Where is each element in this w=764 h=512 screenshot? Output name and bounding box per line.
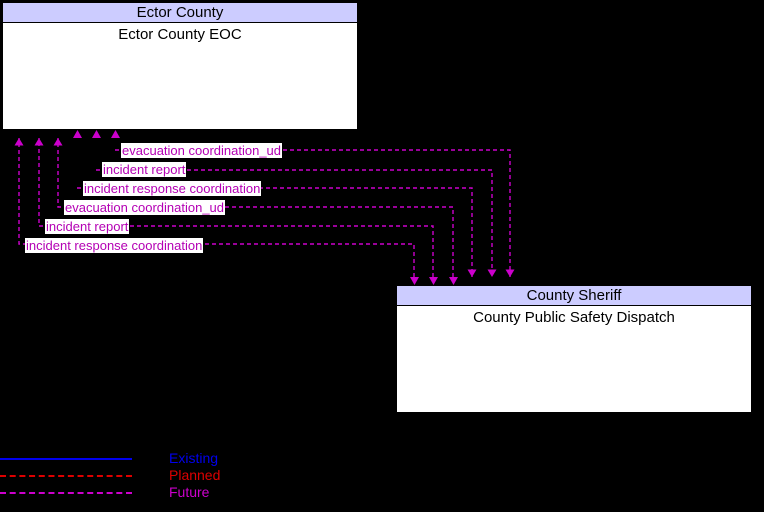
legend-swatch-existing [0, 458, 132, 463]
legend-label-planned: Planned [169, 467, 221, 483]
flow-label-incident-response-coordination-2[interactable]: incident response coordination [25, 238, 204, 253]
arrowhead-down-1 [410, 277, 419, 285]
legend-label-future: Future [169, 484, 210, 500]
legend: Existing Planned Future [0, 450, 300, 510]
arrowhead-up-2 [92, 130, 101, 138]
flow-label-incident-report-1[interactable]: incident report [102, 162, 187, 177]
arrowhead-down-3 [449, 277, 458, 285]
entity-element-county-public-safety-dispatch: County Public Safety Dispatch [473, 309, 675, 326]
legend-swatch-future [0, 492, 132, 497]
flow-label-incident-report-2[interactable]: incident report [45, 219, 130, 234]
entity-box-county-sheriff[interactable]: County Sheriff County Public Safety Disp… [396, 285, 752, 413]
diagram-canvas: Ector County Ector County EOC County She… [0, 0, 764, 512]
entity-stakeholder-county-sheriff: County Sheriff [397, 286, 751, 306]
legend-swatch-planned [0, 475, 132, 480]
legend-row-planned: Planned [0, 467, 300, 485]
entity-element-ector-county-eoc: Ector County EOC [118, 26, 242, 43]
arrowhead-up-1 [73, 130, 82, 138]
legend-label-existing: Existing [169, 450, 219, 466]
entity-box-ector-county[interactable]: Ector County Ector County EOC [2, 2, 358, 130]
arrowhead-down-2 [429, 277, 438, 285]
legend-row-existing: Existing [0, 450, 300, 468]
flow-label-incident-response-coordination-1[interactable]: incident response coordination [83, 181, 262, 196]
legend-row-future: Future [0, 484, 300, 502]
entity-stakeholder-ector-county: Ector County [3, 3, 357, 23]
flow-label-evacuation-coordination-ud-1[interactable]: evacuation coordination_ud [121, 143, 283, 158]
flow-label-evacuation-coordination-ud-2[interactable]: evacuation coordination_ud [64, 200, 226, 215]
arrowhead-up-3 [111, 130, 120, 138]
